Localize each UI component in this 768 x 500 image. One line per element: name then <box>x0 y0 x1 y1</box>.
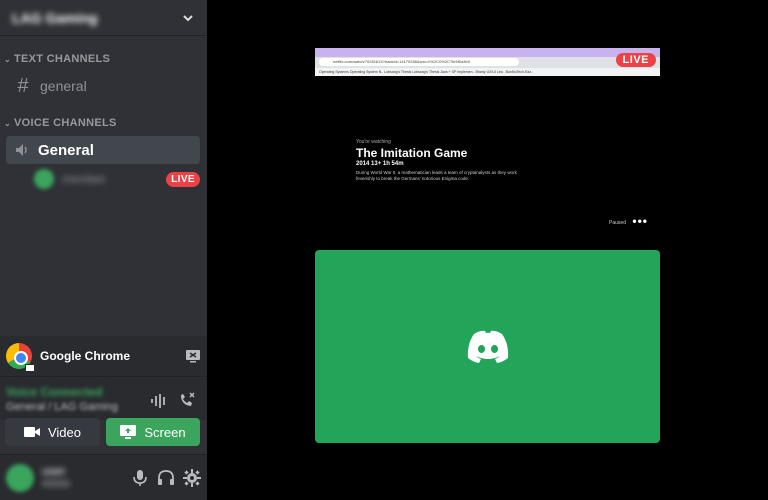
voice-user-name: member <box>62 172 107 186</box>
bookmarks-bar: Operating Systems Operating System N.. L… <box>315 68 660 76</box>
user-name[interactable]: user #0000 <box>42 464 123 492</box>
connection-channel[interactable]: General / LAG Gaming <box>6 401 118 413</box>
more-options-icon: ••• <box>632 214 648 228</box>
voice-user[interactable]: member LIVE <box>34 168 200 190</box>
avatar[interactable] <box>6 463 34 492</box>
screen-share-icon <box>120 425 137 439</box>
user-display-name: user <box>42 463 66 478</box>
server-name: LAG Gaming <box>12 9 98 26</box>
headphones-icon[interactable] <box>157 469 175 487</box>
stream-app-name: Google Chrome <box>40 349 131 363</box>
channel-label: general <box>40 78 87 94</box>
stop-stream-icon[interactable] <box>185 349 201 363</box>
video-label: Video <box>47 424 81 440</box>
browser-tab-bar <box>315 48 660 57</box>
browser-url-bar: netflix.com/watch/70281613?trackId=14170… <box>319 58 519 66</box>
discord-window: LAG Gaming ⌄ TEXT CHANNELS # general ⌄ V… <box>0 0 768 500</box>
live-badge[interactable]: LIVE <box>166 171 200 187</box>
channel-general-voice[interactable]: General <box>6 136 200 164</box>
gear-icon[interactable] <box>183 468 201 487</box>
category-label: VOICE CHANNELS <box>14 117 117 129</box>
video-camera-icon <box>23 427 40 437</box>
microphone-icon[interactable] <box>131 469 149 487</box>
discord-logo-icon <box>467 330 508 363</box>
hash-icon: # <box>17 74 29 97</box>
stream-panel: Google Chrome <box>0 336 207 376</box>
live-badge: LIVE <box>615 53 656 67</box>
connection-status[interactable]: Voice Connected <box>6 385 102 399</box>
stream-stage: netflix.com/watch/70281613?trackId=14170… <box>207 0 768 500</box>
screen-label: Screen <box>144 424 186 440</box>
user-tag: #0000 <box>42 478 70 490</box>
soundwave-icon[interactable] <box>150 393 168 409</box>
channel-label: General <box>38 141 94 159</box>
movie-title: The Imitation Game <box>356 146 468 160</box>
speaker-icon <box>16 144 27 156</box>
movie-meta: 2014 13+ 1h 54m <box>356 161 404 167</box>
voice-connection-panel: Voice Connected General / LAG Gaming <box>0 376 207 420</box>
watching-label: You're watching <box>356 139 391 145</box>
disconnect-icon[interactable] <box>178 391 196 409</box>
text-channels-category[interactable]: ⌄ TEXT CHANNELS <box>4 53 110 65</box>
screen-share-button[interactable]: Screen <box>106 418 200 446</box>
video-player: You're watching The Imitation Game 2014 … <box>315 76 660 241</box>
browser-chrome: netflix.com/watch/70281613?trackId=14170… <box>315 48 660 76</box>
category-label: TEXT CHANNELS <box>14 53 111 65</box>
collapse-caret-icon: ⌄ <box>4 54 12 64</box>
stream-preview[interactable]: netflix.com/watch/70281613?trackId=14170… <box>315 48 660 241</box>
server-header[interactable]: LAG Gaming <box>0 0 207 36</box>
movie-description: During World War II, a mathematician lea… <box>356 170 517 181</box>
user-video-tile[interactable] <box>315 250 660 443</box>
chevron-down-icon[interactable] <box>181 11 195 25</box>
avatar <box>34 169 54 189</box>
channel-sidebar: LAG Gaming ⌄ TEXT CHANNELS # general ⌄ V… <box>0 0 207 500</box>
chrome-icon <box>6 343 35 372</box>
channel-general-text[interactable]: # general <box>6 72 200 100</box>
paused-label: Paused <box>609 220 626 226</box>
collapse-caret-icon: ⌄ <box>4 118 12 128</box>
user-panel: user #0000 <box>0 454 207 500</box>
voice-channels-category[interactable]: ⌄ VOICE CHANNELS <box>4 117 117 129</box>
video-button[interactable]: Video <box>5 418 100 446</box>
